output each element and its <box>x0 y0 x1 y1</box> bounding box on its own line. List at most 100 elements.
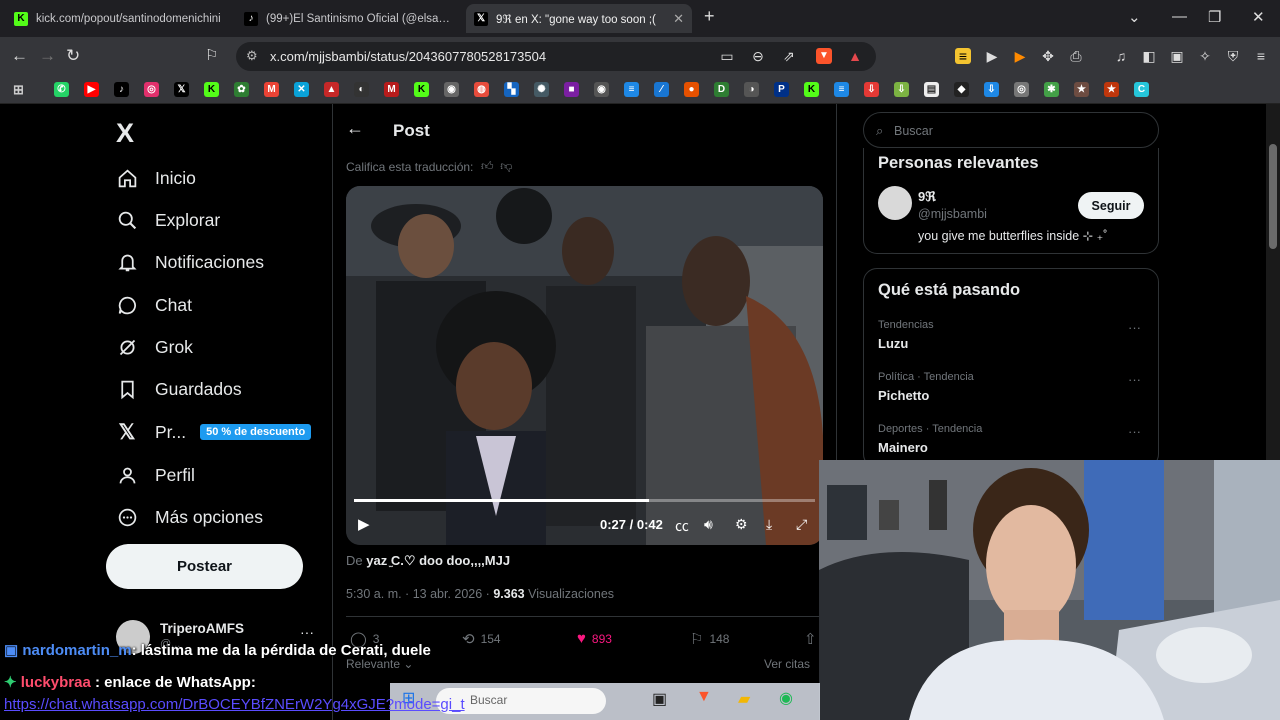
pip-icon[interactable]: ⤓ <box>766 516 772 533</box>
bookmark-icon-33[interactable]: ◎ <box>1014 82 1029 97</box>
captions-icon[interactable]: ㏄ <box>675 516 689 536</box>
x-logo[interactable]: X <box>116 118 134 149</box>
volume-icon[interactable]: 🔊︎ <box>704 516 713 533</box>
bookmark-icon-37[interactable]: C <box>1134 82 1149 97</box>
nav-premium[interactable]: 𝕏 Pr... 50 % de descuento <box>116 417 312 447</box>
bookmark-icon-35[interactable]: ★ <box>1074 82 1089 97</box>
nav-notificaciones[interactable]: Notificaciones <box>116 247 264 277</box>
nav-explorar[interactable]: Explorar <box>116 205 220 235</box>
bookmark-icon-10[interactable]: ▲ <box>324 82 339 97</box>
trend-more-icon[interactable]: ··· <box>1128 320 1141 335</box>
like-button[interactable]: ♥ 893 <box>577 630 612 647</box>
sort-relevant[interactable]: Relevante ⌄ <box>346 657 413 671</box>
account-more-icon[interactable]: ··· <box>300 624 314 640</box>
brave-shields-icon[interactable]: ▼ <box>816 48 832 64</box>
brave-rewards-icon[interactable]: ▲ <box>847 48 863 64</box>
bookmark-icon-16[interactable]: ▚ <box>504 82 519 97</box>
vpn-icon[interactable]: ⛨ <box>1225 48 1241 64</box>
ver-citas-link[interactable]: Ver citas <box>764 657 810 671</box>
bookmark-icon-14[interactable]: ◉ <box>444 82 459 97</box>
bookmark-icon-26[interactable]: K <box>804 82 819 97</box>
minimize-icon[interactable]: — <box>1172 8 1187 25</box>
new-tab-button[interactable]: + <box>704 6 715 27</box>
leo-icon[interactable]: ✧ <box>1197 48 1213 64</box>
settings-gear-icon[interactable]: ⚙ <box>735 516 748 533</box>
extension-play-icon[interactable]: ▶ <box>984 48 1000 64</box>
bookmark-icon-23[interactable]: D <box>714 82 729 97</box>
paypal-icon[interactable]: P <box>774 82 789 97</box>
sidebar-icon[interactable]: ◧ <box>1141 48 1157 64</box>
from-user-link[interactable]: yaz ̫C.♡ doo doo,,,,MJJ <box>366 553 510 568</box>
bookmark-icon-24[interactable]: ◑ <box>744 82 759 97</box>
person-name[interactable]: 9ℜ <box>918 189 936 205</box>
thumbs-down-icon[interactable]: 👎︎ <box>500 159 512 173</box>
cast-icon[interactable]: ▭ <box>719 48 735 64</box>
brave-taskbar-icon[interactable]: ▼ <box>696 688 712 706</box>
menu-icon[interactable]: ≡ <box>1253 48 1269 64</box>
nav-grok[interactable]: Grok <box>116 332 193 362</box>
bookmark-icon-20[interactable]: ≡ <box>624 82 639 97</box>
tab-kick[interactable]: K kick.com/popout/santinodomenichini <box>6 4 232 33</box>
thumbs-up-icon[interactable]: 👍︎ <box>481 159 494 173</box>
follow-button[interactable]: Seguir <box>1078 192 1144 219</box>
whatsapp-icon[interactable]: ✆ <box>54 82 69 97</box>
tab-tiktok[interactable]: ♪ (99+)El Santinismo Oficial (@elsantini… <box>236 4 462 33</box>
bookmark-icon-19[interactable]: ◉ <box>594 82 609 97</box>
bookmark-icon-21[interactable]: ⁄ <box>654 82 669 97</box>
bookmark-button[interactable]: ⚐ 148 <box>690 630 729 648</box>
bookmark-icon-31[interactable]: ◆ <box>954 82 969 97</box>
site-info-icon[interactable]: ⚙ <box>246 48 258 64</box>
task-view-icon[interactable]: ▣ <box>652 689 667 709</box>
gmail-icon[interactable]: M <box>264 82 279 97</box>
media-icon[interactable]: ♫ <box>1113 48 1129 64</box>
instagram-icon[interactable]: ◎ <box>144 82 159 97</box>
close-window-icon[interactable]: ✕ <box>1252 8 1265 26</box>
screenshot-icon[interactable]: ⎙ <box>1068 48 1084 64</box>
tab-x-post[interactable]: 𝕏 9ℜ en X: "gone way too soon ;( ✕ <box>466 4 692 33</box>
bookmark-icon-29[interactable]: ⇩ <box>894 82 909 97</box>
apps-grid-icon[interactable]: ⊞ <box>11 82 26 97</box>
search-input[interactable]: ⌕ Buscar <box>863 112 1159 148</box>
wallet-icon[interactable]: ▣ <box>1169 48 1185 64</box>
scrollbar-thumb[interactable] <box>1269 144 1277 249</box>
trend-more-icon[interactable]: ··· <box>1128 372 1141 387</box>
x-bookmark-icon[interactable]: 𝕏 <box>174 82 189 97</box>
url-field[interactable]: ⚙ x.com/mjjsbambi/status/204360778052817… <box>236 42 876 71</box>
trend-name[interactable]: Luzu <box>878 336 908 351</box>
nav-mas-opciones[interactable]: Más opciones <box>116 502 263 532</box>
extensions-puzzle-icon[interactable]: ✥ <box>1040 48 1056 64</box>
avatar[interactable] <box>878 186 912 220</box>
video-player[interactable]: ▶ 0:27 / 0:42 ㏄ 🔊︎ ⚙ ⤓ ⤢ <box>346 186 823 545</box>
chat-link[interactable]: https://chat.whatsapp.com/DrBOCEYBfZNErW… <box>4 696 465 713</box>
spotify-icon[interactable]: ◉ <box>779 688 793 708</box>
bookmark-icon-18[interactable]: ■ <box>564 82 579 97</box>
maximize-icon[interactable]: ❐ <box>1208 8 1221 26</box>
tab-search-icon[interactable]: ⌄ <box>1128 8 1141 26</box>
zoom-icon[interactable]: ⊖ <box>750 48 766 64</box>
nav-guardados[interactable]: Guardados <box>116 374 242 404</box>
post-timestamp[interactable]: 5:30 a. m. · 13 abr. 2026 · <box>346 587 490 601</box>
bookmark-icon-28[interactable]: ⇩ <box>864 82 879 97</box>
bookmark-icon-12[interactable]: M <box>384 82 399 97</box>
trend-more-icon[interactable]: ··· <box>1128 424 1141 439</box>
explorer-icon[interactable]: ▰ <box>738 689 750 709</box>
bookmark-icon-15[interactable]: ◍ <box>474 82 489 97</box>
trend-name[interactable]: Pichetto <box>878 388 929 403</box>
fullscreen-icon[interactable]: ⤢ <box>796 516 807 533</box>
back-arrow-icon[interactable]: ← <box>346 118 364 139</box>
nav-inicio[interactable]: Inicio <box>116 163 196 193</box>
nav-chat[interactable]: Chat <box>116 290 192 320</box>
back-icon[interactable]: ← <box>11 47 28 65</box>
trend-name[interactable]: Mainero <box>878 440 928 455</box>
bookmark-icon-34[interactable]: ✱ <box>1044 82 1059 97</box>
bookmark-icon-32[interactable]: ⇩ <box>984 82 999 97</box>
reload-icon[interactable]: ↻ <box>66 47 80 65</box>
share-icon[interactable]: ⇗ <box>781 48 797 64</box>
bookmark-icon-36[interactable]: ★ <box>1104 82 1119 97</box>
post-button[interactable]: Postear <box>106 544 303 589</box>
bookmark-icon-7[interactable]: ✿ <box>234 82 249 97</box>
bookmark-icon-22[interactable]: ● <box>684 82 699 97</box>
nav-perfil[interactable]: Perfil <box>116 460 195 490</box>
bookmark-icon-30[interactable]: ▤ <box>924 82 939 97</box>
youtube-icon[interactable]: ▶ <box>84 82 99 97</box>
